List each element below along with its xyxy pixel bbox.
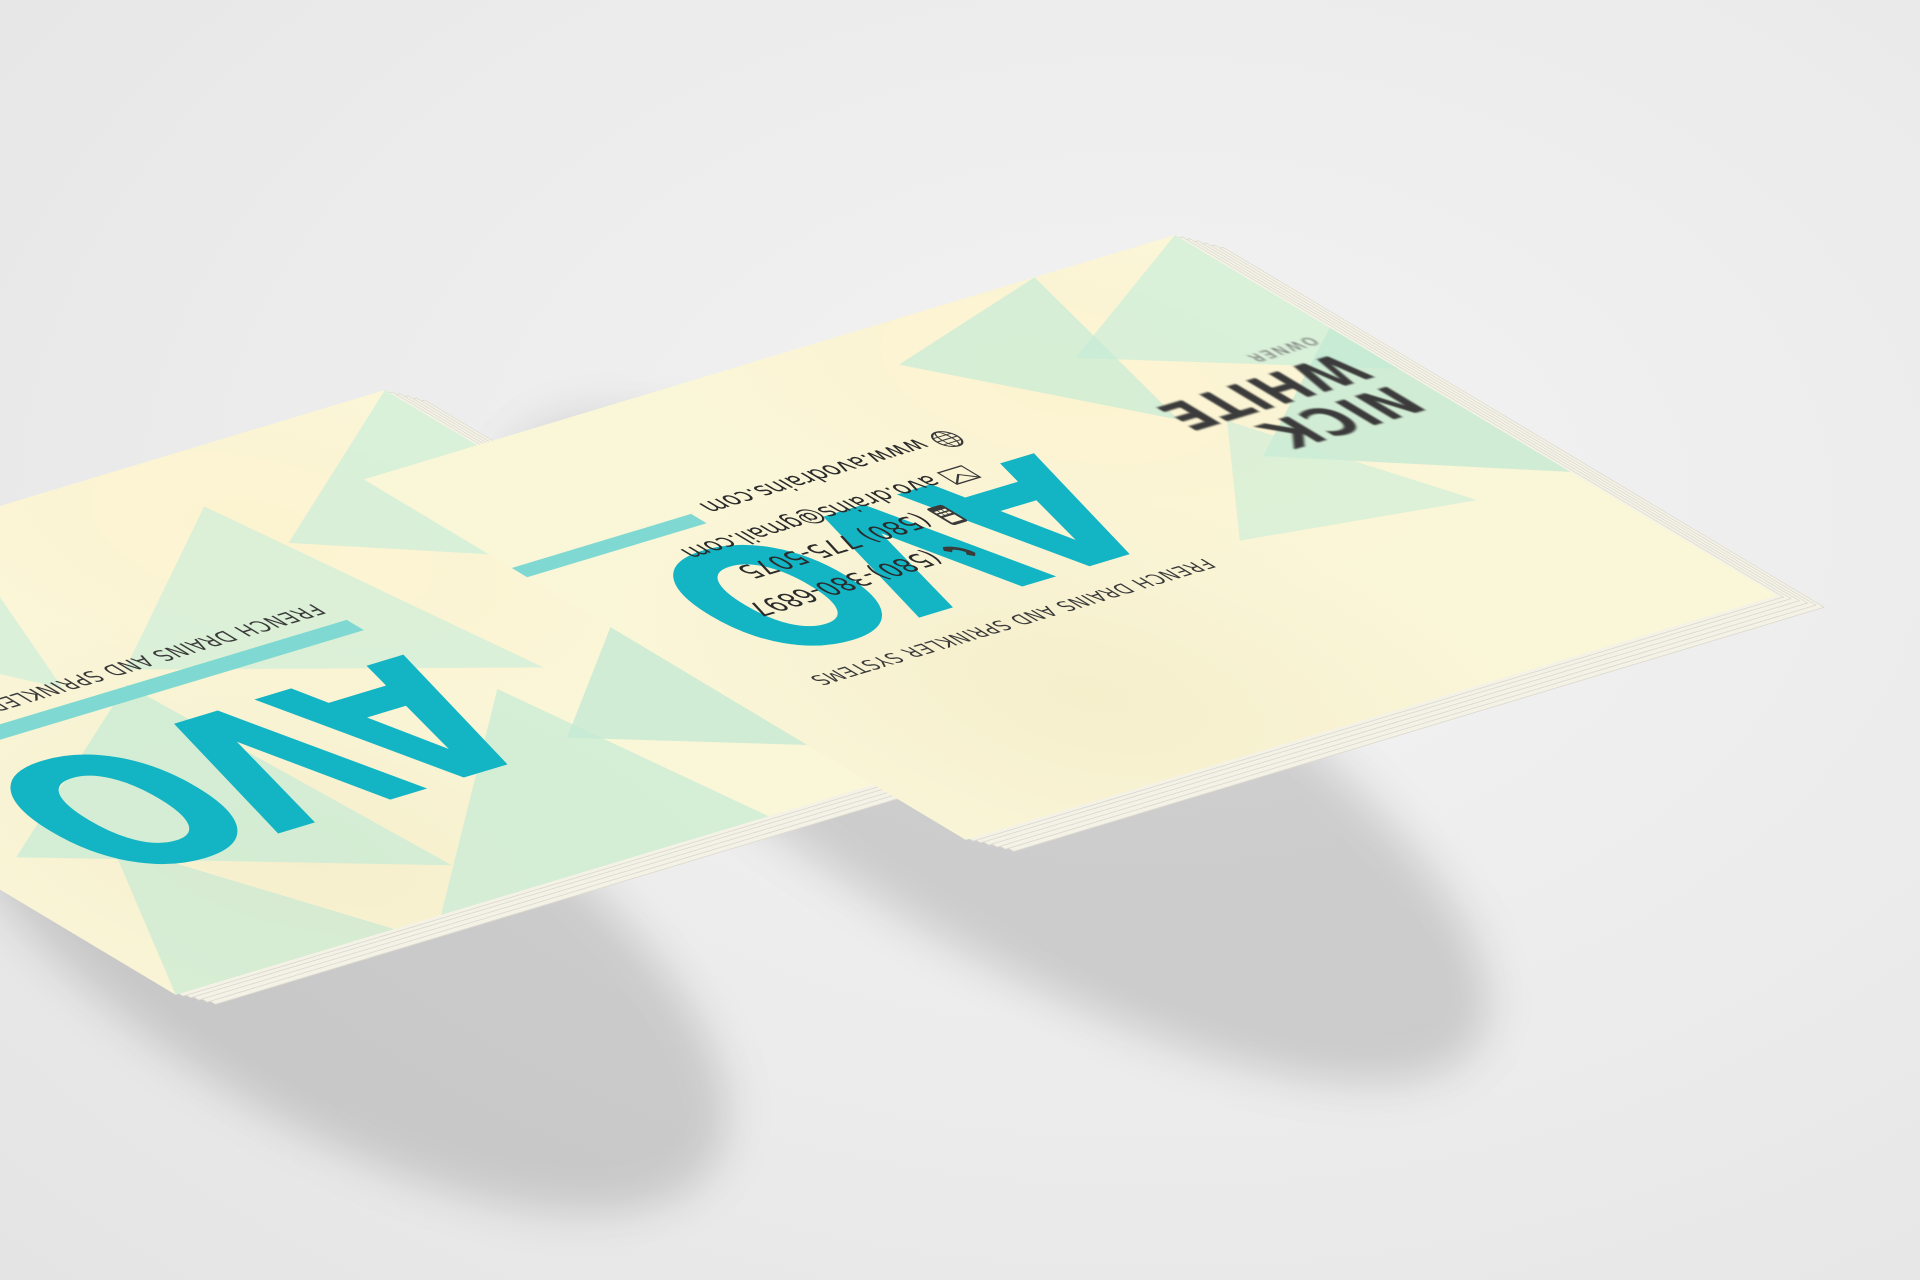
scene: AVO FRENCH DRAINS AND SPRINKLER SYSTEMS … (0, 0, 1920, 1280)
